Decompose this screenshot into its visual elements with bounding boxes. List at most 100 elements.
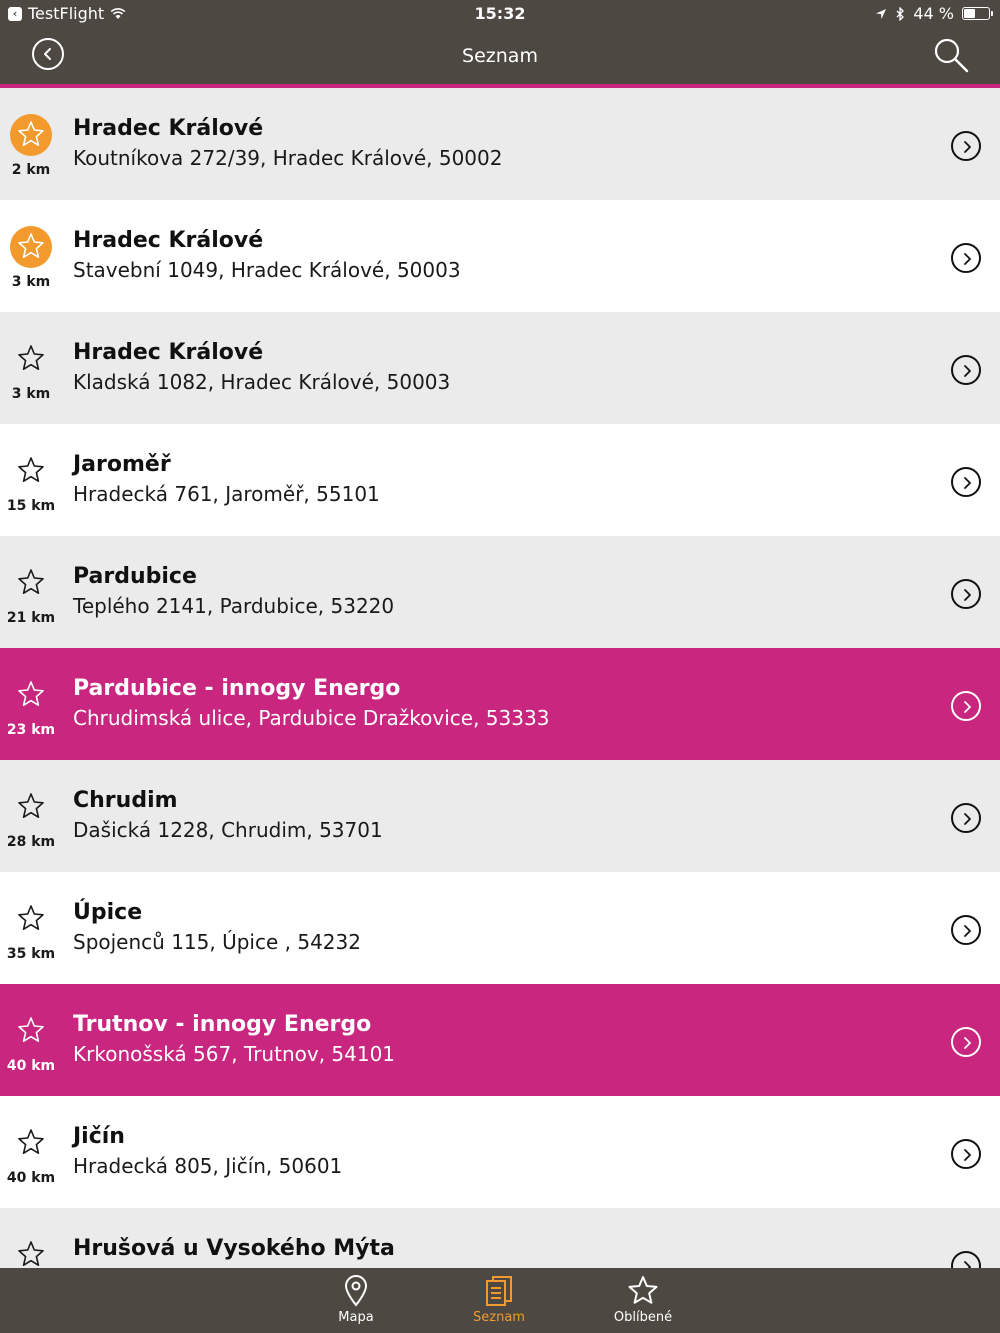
- branch-list[interactable]: 2 km Hradec Králové Koutníkova 272/39, H…: [0, 88, 1000, 1268]
- distance-label: 40 km: [6, 1170, 56, 1186]
- detail-button[interactable]: [951, 355, 981, 385]
- list-item[interactable]: 23 km Pardubice - innogy Energo Chrudims…: [0, 648, 1000, 760]
- star-icon: [18, 569, 44, 594]
- branch-name: Jičín: [73, 1124, 125, 1149]
- favorite-toggle[interactable]: [10, 1234, 52, 1268]
- detail-button[interactable]: [951, 131, 981, 161]
- bluetooth-icon: [896, 6, 905, 21]
- chevron-right-icon: [964, 813, 971, 825]
- favorite-toggle[interactable]: [10, 450, 52, 492]
- detail-button[interactable]: [951, 467, 981, 497]
- distance-label: 2 km: [11, 162, 51, 178]
- branch-address: Hradecká 761, Jaroměř, 55101: [73, 482, 380, 506]
- list-item[interactable]: 35 km Úpice Spojenců 115, Úpice , 54232: [0, 872, 1000, 984]
- branch-name: Pardubice: [73, 564, 197, 589]
- list-item[interactable]: 3 km Hradec Králové Stavební 1049, Hrade…: [0, 200, 1000, 312]
- chevron-right-icon: [964, 1261, 971, 1268]
- star-icon: [18, 681, 44, 706]
- branch-name: Hradec Králové: [73, 340, 264, 365]
- distance-label: 21 km: [6, 610, 56, 626]
- branch-address: Kladská 1082, Hradec Králové, 50003: [73, 370, 451, 394]
- list-item[interactable]: 15 km Jaroměř Hradecká 761, Jaroměř, 551…: [0, 424, 1000, 536]
- branch-name: Hrušová u Vysokého Mýta: [73, 1236, 395, 1261]
- favorite-toggle[interactable]: [10, 786, 52, 828]
- branch-name: Chrudim: [73, 788, 178, 813]
- search-button[interactable]: [932, 36, 970, 74]
- detail-button[interactable]: [951, 915, 981, 945]
- branch-name: Trutnov - innogy Energo: [73, 1012, 372, 1037]
- chevron-right-icon: [964, 1037, 971, 1049]
- star-icon: [18, 1129, 44, 1154]
- detail-button[interactable]: [951, 579, 981, 609]
- tab-list[interactable]: Seznam: [444, 1268, 554, 1333]
- branch-name: Hradec Králové: [73, 228, 264, 253]
- list-item[interactable]: 2 km Hradec Králové Koutníkova 272/39, H…: [0, 88, 1000, 200]
- branch-name: Pardubice - innogy Energo: [73, 676, 401, 701]
- detail-button[interactable]: [951, 1027, 981, 1057]
- distance-label: 28 km: [6, 834, 56, 850]
- list-item[interactable]: Hrušová u Vysokého Mýta: [0, 1208, 1000, 1268]
- star-icon: [18, 121, 44, 146]
- chevron-right-icon: [964, 701, 971, 713]
- star-icon: [18, 1241, 44, 1266]
- favorite-toggle[interactable]: [10, 226, 52, 268]
- status-bar: ‹ TestFlight 15:32 44 %: [0, 0, 1000, 28]
- detail-button[interactable]: [951, 1139, 981, 1169]
- branch-name: Hradec Králové: [73, 116, 264, 141]
- chevron-right-icon: [964, 589, 971, 601]
- distance-label: 15 km: [6, 498, 56, 514]
- tab-bar: Mapa Seznam Oblíbené: [0, 1268, 1000, 1333]
- favorite-toggle[interactable]: [10, 674, 52, 716]
- favorite-toggle[interactable]: [10, 1010, 52, 1052]
- branch-address: Teplého 2141, Pardubice, 53220: [73, 594, 395, 618]
- branch-name: Jaroměř: [73, 452, 171, 477]
- tab-list-label: Seznam: [473, 1310, 525, 1325]
- branch-address: Spojenců 115, Úpice , 54232: [73, 930, 361, 954]
- list-item[interactable]: 21 km Pardubice Teplého 2141, Pardubice,…: [0, 536, 1000, 648]
- detail-button[interactable]: [951, 803, 981, 833]
- list-document-icon: [486, 1276, 512, 1306]
- list-item[interactable]: 40 km Trutnov - innogy Energo Krkonošská…: [0, 984, 1000, 1096]
- tab-map-label: Mapa: [338, 1310, 374, 1325]
- map-pin-icon: [344, 1275, 368, 1307]
- distance-label: 23 km: [6, 722, 56, 738]
- search-icon: [934, 38, 969, 73]
- list-item[interactable]: 28 km Chrudim Dašická 1228, Chrudim, 537…: [0, 760, 1000, 872]
- distance-label: 3 km: [11, 386, 51, 402]
- detail-button[interactable]: [951, 1251, 981, 1268]
- star-icon: [18, 1017, 44, 1042]
- list-item[interactable]: 40 km Jičín Hradecká 805, Jičín, 50601: [0, 1096, 1000, 1208]
- branch-name: Úpice: [73, 900, 143, 925]
- list-item[interactable]: 3 km Hradec Králové Kladská 1082, Hradec…: [0, 312, 1000, 424]
- branch-address: Hradecká 805, Jičín, 50601: [73, 1154, 343, 1178]
- star-icon: [18, 233, 44, 258]
- favorite-toggle[interactable]: [10, 898, 52, 940]
- battery-icon: [962, 7, 993, 20]
- favorite-toggle[interactable]: [10, 114, 52, 156]
- chevron-right-icon: [964, 925, 971, 937]
- tab-favorites[interactable]: Oblíbené: [588, 1268, 698, 1333]
- branch-address: Stavební 1049, Hradec Králové, 50003: [73, 258, 461, 282]
- star-icon: [18, 457, 44, 482]
- distance-label: 40 km: [6, 1058, 56, 1074]
- status-time: 15:32: [474, 4, 526, 23]
- status-right: 44 %: [875, 4, 993, 23]
- star-icon: [18, 905, 44, 930]
- branch-address: Krkonošská 567, Trutnov, 54101: [73, 1042, 396, 1066]
- chevron-right-icon: [964, 1149, 971, 1161]
- favorite-toggle[interactable]: [10, 562, 52, 604]
- favorite-toggle[interactable]: [10, 1122, 52, 1164]
- star-icon: [628, 1276, 658, 1304]
- tab-favorites-label: Oblíbené: [613, 1310, 673, 1325]
- branch-address: Dašická 1228, Chrudim, 53701: [73, 818, 383, 842]
- branch-address: Koutníkova 272/39, Hradec Králové, 50002: [73, 146, 503, 170]
- favorite-toggle[interactable]: [10, 338, 52, 380]
- tab-map[interactable]: Mapa: [301, 1268, 411, 1333]
- detail-button[interactable]: [951, 243, 981, 273]
- detail-button[interactable]: [951, 691, 981, 721]
- chevron-right-icon: [964, 477, 971, 489]
- star-icon: [18, 345, 44, 370]
- branch-address: Chrudimská ulice, Pardubice Dražkovice, …: [73, 706, 550, 730]
- chevron-right-icon: [964, 253, 971, 265]
- navigation-bar: Seznam: [0, 28, 1000, 84]
